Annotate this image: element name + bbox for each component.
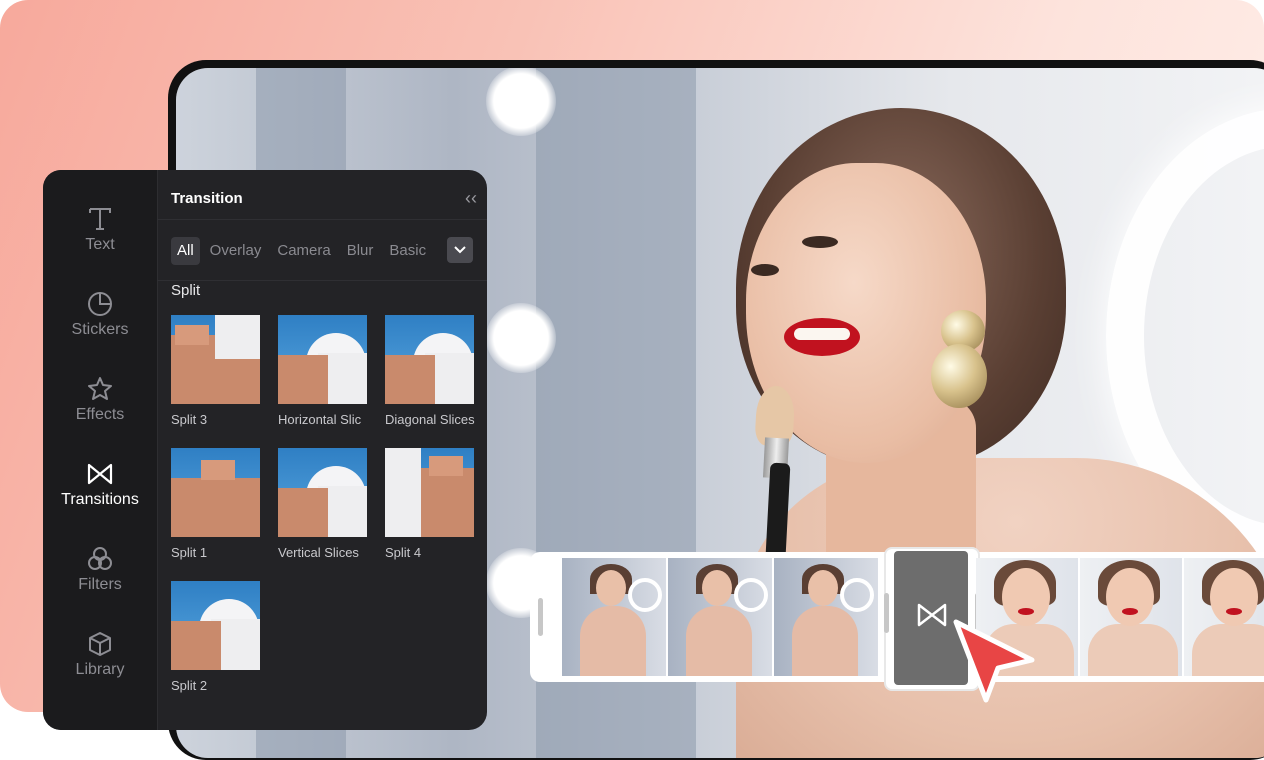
panel-content: Transition ‹‹ All Overlay Camera Blur Ba… [157, 170, 487, 730]
transition-handle-left[interactable] [884, 593, 889, 633]
transition-thumbnail [171, 315, 260, 404]
transition-card-diagonal-slices[interactable]: Diagonal Slices [385, 315, 481, 427]
transition-thumbnail [171, 448, 260, 537]
sticker-icon [43, 291, 157, 321]
collapse-icon[interactable]: ‹‹ [465, 188, 477, 209]
mirror-bulb [486, 68, 556, 136]
more-tabs-button[interactable] [447, 237, 473, 263]
chevron-down-icon [454, 246, 466, 254]
rail-item-text[interactable]: Text [43, 206, 157, 254]
transitions-bowtie-icon [43, 461, 157, 491]
tab-basic[interactable]: Basic [383, 237, 432, 265]
teeth [794, 328, 850, 340]
filters-icon [43, 546, 157, 576]
clip-frame [774, 558, 880, 676]
mirror-bulb [486, 303, 556, 373]
transition-card-split-2[interactable]: Split 2 [171, 581, 267, 693]
divider [157, 219, 487, 220]
effects-star-icon [43, 376, 157, 406]
clip-frame [1184, 558, 1264, 676]
card-label: Split 3 [171, 412, 208, 427]
card-label: Diagonal Slices [385, 412, 475, 427]
transition-card-split-3[interactable]: Split 3 [171, 315, 267, 427]
rail-label: Text [85, 236, 115, 253]
transition-card-split-4[interactable]: Split 4 [385, 448, 481, 560]
rail-label: Transitions [61, 491, 139, 508]
transition-thumbnail [278, 315, 367, 404]
transition-card-horizontal-slices[interactable]: Horizontal Slic [278, 315, 374, 427]
rail-item-library[interactable]: Library [43, 631, 157, 679]
tab-overlay[interactable]: Overlay [204, 237, 268, 265]
transition-panel: Text Stickers Effects Transitions Filter… [43, 170, 487, 730]
section-title: Split [171, 282, 201, 299]
category-tabs: All Overlay Camera Blur Basic [171, 237, 436, 265]
transition-thumbnail [385, 315, 474, 404]
panel-title: Transition [171, 190, 243, 207]
transition-thumbnail [385, 448, 474, 537]
transition-thumbnail [171, 581, 260, 670]
divider [157, 280, 487, 281]
rail-item-filters[interactable]: Filters [43, 546, 157, 594]
rail-label: Effects [75, 406, 125, 423]
card-label: Split 4 [385, 545, 422, 560]
rail-item-transitions[interactable]: Transitions [43, 461, 157, 509]
transition-thumbnail [278, 448, 367, 537]
transition-card-split-1[interactable]: Split 1 [171, 448, 267, 560]
clip-a[interactable] [562, 558, 892, 676]
card-label: Split 1 [171, 545, 208, 560]
rail-label: Library [75, 661, 125, 678]
gold-earring [931, 344, 987, 408]
clip-trim-handle-left[interactable] [538, 598, 543, 636]
transitions-bowtie-icon [917, 603, 947, 627]
tab-camera[interactable]: Camera [271, 237, 336, 265]
rail-item-effects[interactable]: Effects [43, 376, 157, 424]
eye [751, 264, 779, 276]
rail-label: Stickers [71, 321, 129, 338]
eye [802, 236, 838, 248]
clip-frame [1080, 558, 1184, 676]
cursor-arrow-icon [953, 619, 1035, 703]
timeline-track[interactable] [530, 547, 1264, 691]
rail-label: Filters [78, 576, 122, 593]
card-label: Vertical Slices [278, 545, 359, 560]
card-label: Split 2 [171, 678, 208, 693]
tab-blur[interactable]: Blur [341, 237, 380, 265]
clip-frame [562, 558, 668, 676]
rail-item-stickers[interactable]: Stickers [43, 291, 157, 339]
card-label: Horizontal Slic [278, 412, 362, 427]
clip-frame [668, 558, 774, 676]
transition-card-vertical-slices[interactable]: Vertical Slices [278, 448, 374, 560]
library-cube-icon [43, 631, 157, 661]
text-icon [43, 206, 157, 236]
side-rail: Text Stickers Effects Transitions Filter… [43, 170, 158, 730]
tab-all[interactable]: All [171, 237, 200, 265]
